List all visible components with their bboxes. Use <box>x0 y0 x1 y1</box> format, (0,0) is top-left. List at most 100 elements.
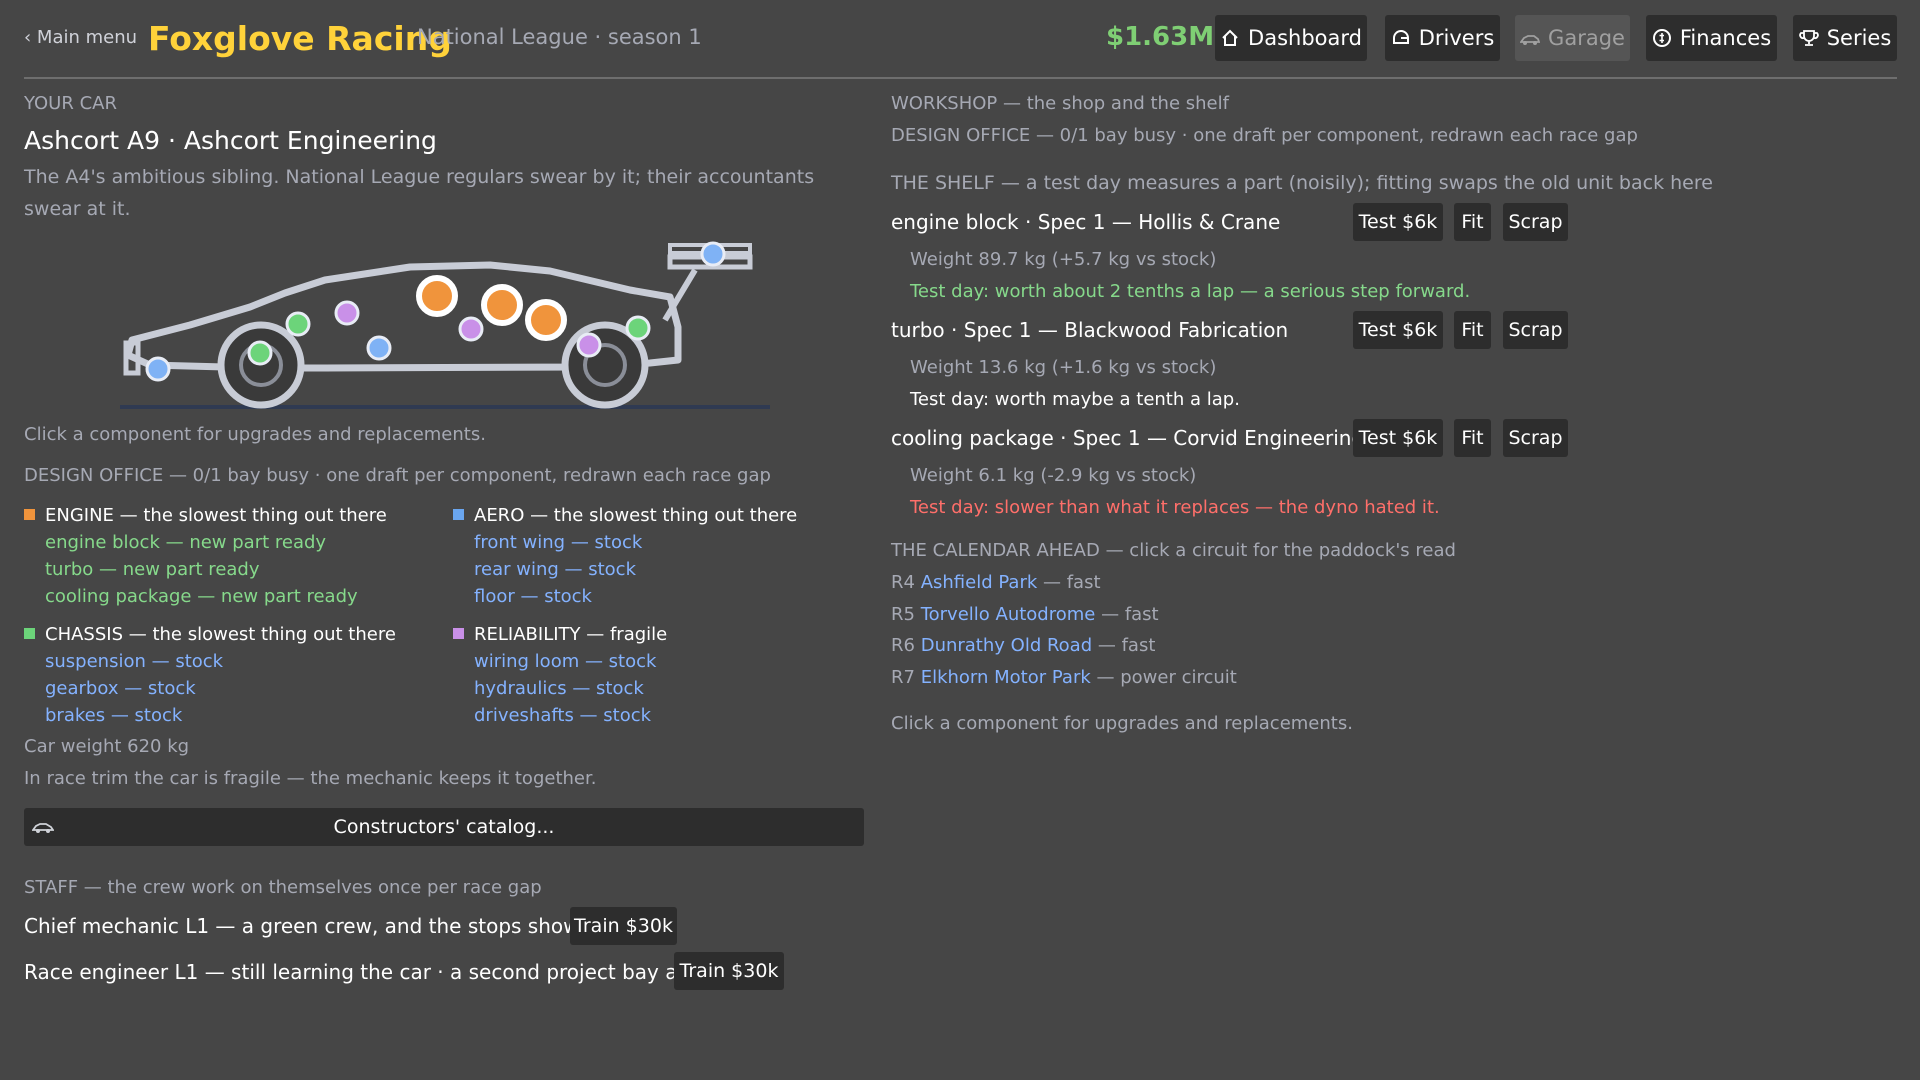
component-front-wing-dot[interactable] <box>145 356 171 382</box>
scrap-engine-block-button[interactable]: Scrap <box>1503 203 1568 241</box>
component-hydraulics-dot[interactable] <box>458 316 484 342</box>
header-divider <box>24 77 1897 79</box>
test-engine-block-button[interactable]: Test $6k <box>1353 203 1443 241</box>
component-rear-wing-dot[interactable] <box>700 241 726 267</box>
workshop-hint: Click a component for upgrades and repla… <box>891 713 1353 734</box>
round-number: R7 <box>891 667 915 688</box>
engine-group-title: ENGINE — the slowest thing out there <box>45 505 387 526</box>
engine-block-test-result: Test day: worth about 2 tenths a lap — a… <box>910 281 1471 302</box>
home-icon <box>1222 29 1238 46</box>
circuit-link-ashfield-park[interactable]: Ashfield Park <box>921 572 1038 593</box>
constructors-catalog-label: Constructors' catalog... <box>333 816 555 838</box>
design-office-right: DESIGN OFFICE — 0/1 bay busy · one draft… <box>891 125 1638 146</box>
circuit-link-dunrathy-old-road[interactable]: Dunrathy Old Road <box>921 635 1092 656</box>
nav-finances-button[interactable]: Finances <box>1646 15 1777 61</box>
calendar-heading: THE CALENDAR AHEAD — click a circuit for… <box>891 540 1456 561</box>
component-driveshafts[interactable]: driveshafts — stock <box>474 705 651 726</box>
reliability-color-swatch <box>453 628 464 639</box>
component-cooling-package-dot[interactable] <box>525 299 567 341</box>
nav-garage-label: Garage <box>1548 26 1625 50</box>
component-engine-block[interactable]: engine block — new part ready <box>45 532 326 553</box>
component-turbo-dot[interactable] <box>481 284 523 326</box>
league-season: National League · season 1 <box>417 25 702 49</box>
component-cooling-package[interactable]: cooling package — new part ready <box>45 586 358 607</box>
helmet-icon <box>1392 30 1409 44</box>
component-gearbox-dot[interactable] <box>625 315 651 341</box>
aero-group-title: AERO — the slowest thing out there <box>474 505 798 526</box>
component-gearbox[interactable]: gearbox — stock <box>45 678 196 699</box>
fit-turbo-button[interactable]: Fit <box>1454 311 1491 349</box>
calendar-row-r7: R7 Elkhorn Motor Park — power circuit <box>891 667 1237 688</box>
cooling-package-test-result: Test day: slower than what it replaces —… <box>910 497 1440 518</box>
constructors-catalog-button[interactable]: Constructors' catalog... <box>24 808 864 846</box>
component-floor[interactable]: floor — stock <box>474 586 592 607</box>
cooling-package-weight: Weight 6.1 kg (-2.9 kg vs stock) <box>910 465 1197 486</box>
scrap-cooling-package-button[interactable]: Scrap <box>1503 419 1568 457</box>
component-wiring-loom-dot[interactable] <box>334 300 360 326</box>
main-menu-link[interactable]: ‹ Main menu <box>24 27 137 48</box>
component-engine-block-dot[interactable] <box>416 275 458 317</box>
calendar-row-r5: R5 Torvello Autodrome — fast <box>891 604 1159 625</box>
nav-series-label: Series <box>1826 26 1892 50</box>
circuit-note: — fast <box>1043 572 1101 593</box>
calendar-row-r6: R6 Dunrathy Old Road — fast <box>891 635 1155 656</box>
turbo-weight: Weight 13.6 kg (+1.6 kg vs stock) <box>910 357 1217 378</box>
car-icon <box>32 823 54 833</box>
component-turbo[interactable]: turbo — new part ready <box>45 559 260 580</box>
chassis-color-swatch <box>24 628 35 639</box>
component-rear-wing[interactable]: rear wing — stock <box>474 559 636 580</box>
circuit-note: — fast <box>1101 604 1159 625</box>
fit-cooling-package-button[interactable]: Fit <box>1454 419 1491 457</box>
nav-drivers-button[interactable]: Drivers <box>1385 15 1500 61</box>
car-name: Ashcort A9 · Ashcort Engineering <box>24 126 437 155</box>
round-number: R5 <box>891 604 915 625</box>
circuit-link-elkhorn-motor-park[interactable]: Elkhorn Motor Park <box>921 667 1091 688</box>
coin-icon <box>1652 29 1671 47</box>
fit-engine-block-button[interactable]: Fit <box>1454 203 1491 241</box>
team-name: Foxglove Racing <box>148 19 452 58</box>
round-number: R4 <box>891 572 915 593</box>
chief-mechanic-status: Chief mechanic L1 — a green crew, and th… <box>24 914 600 938</box>
car-weight: Car weight 620 kg <box>24 736 190 757</box>
component-suspension[interactable]: suspension — stock <box>45 651 223 672</box>
turbo-test-result: Test day: worth maybe a tenth a lap. <box>910 389 1240 410</box>
component-driveshafts-dot[interactable] <box>576 332 602 358</box>
nav-finances-label: Finances <box>1679 26 1772 50</box>
race-engineer-status: Race engineer L1 — still learning the ca… <box>24 960 716 984</box>
calendar-row-r4: R4 Ashfield Park — fast <box>891 572 1101 593</box>
engine-color-swatch <box>24 509 35 520</box>
circuit-note: — fast <box>1097 635 1156 656</box>
car-diagram <box>120 241 770 409</box>
test-cooling-package-button[interactable]: Test $6k <box>1353 419 1443 457</box>
component-floor-dot[interactable] <box>366 335 392 361</box>
component-wiring-loom[interactable]: wiring loom — stock <box>474 651 656 672</box>
train-engineer-button[interactable]: Train $30k <box>674 952 784 990</box>
component-front-wing[interactable]: front wing — stock <box>474 532 642 553</box>
race-trim-note: In race trim the car is fragile — the me… <box>24 768 597 789</box>
test-turbo-button[interactable]: Test $6k <box>1353 311 1443 349</box>
car-hint: Click a component for upgrades and repla… <box>24 424 486 445</box>
design-office-left: DESIGN OFFICE — 0/1 bay busy · one draft… <box>24 465 771 486</box>
component-brakes[interactable]: brakes — stock <box>45 705 182 726</box>
team-balance: $1.63M <box>1106 22 1215 52</box>
workshop-heading: WORKSHOP — the shop and the shelf <box>891 93 1229 114</box>
nav-dashboard-button[interactable]: Dashboard <box>1215 15 1367 61</box>
car-description-line2: swear at it. <box>24 198 131 220</box>
component-suspension-dot[interactable] <box>285 311 311 337</box>
nav-series-button[interactable]: Series <box>1793 15 1897 61</box>
nav-dashboard-label: Dashboard <box>1248 26 1362 50</box>
trophy-icon <box>1798 30 1819 46</box>
your-car-heading: YOUR CAR <box>24 93 117 114</box>
round-number: R6 <box>891 635 915 656</box>
car-icon <box>1520 35 1541 45</box>
component-hydraulics[interactable]: hydraulics — stock <box>474 678 644 699</box>
staff-heading: STAFF — the crew work on themselves once… <box>24 877 542 898</box>
nav-garage-button[interactable]: Garage <box>1515 15 1630 61</box>
component-brakes-dot[interactable] <box>247 340 273 366</box>
circuit-note: — power circuit <box>1096 667 1237 688</box>
shelf-part-turbo: turbo · Spec 1 — Blackwood Fabrication <box>891 318 1289 342</box>
shelf-heading: THE SHELF — a test day measures a part (… <box>891 172 1713 194</box>
circuit-link-torvello-autodrome[interactable]: Torvello Autodrome <box>921 604 1096 625</box>
scrap-turbo-button[interactable]: Scrap <box>1503 311 1568 349</box>
train-mechanic-button[interactable]: Train $30k <box>570 907 677 945</box>
